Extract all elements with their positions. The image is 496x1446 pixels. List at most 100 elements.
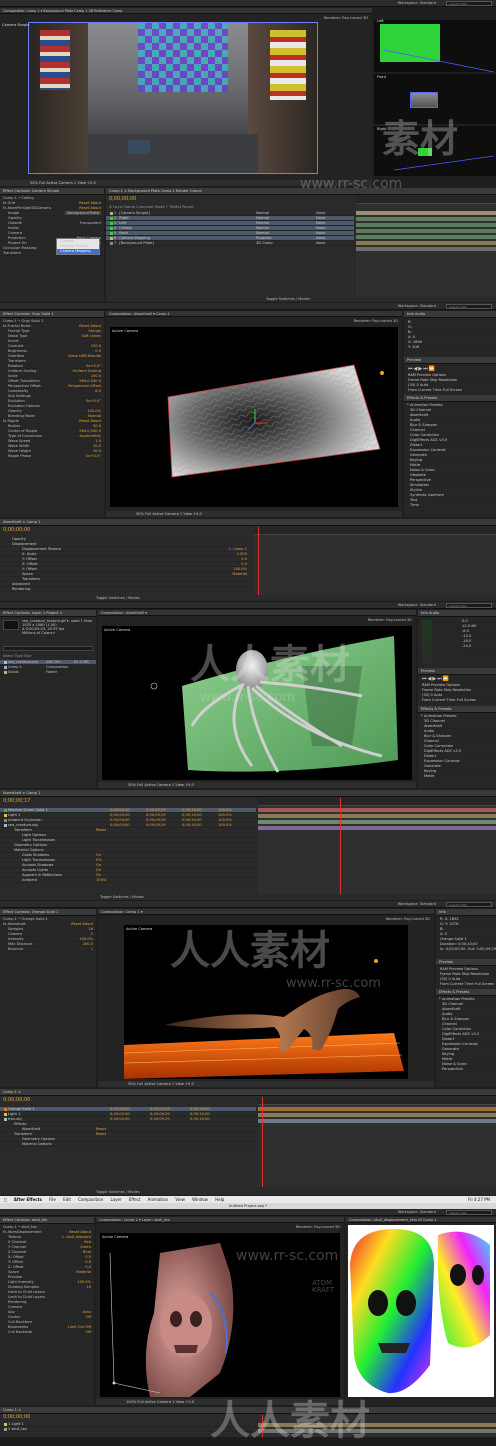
effect-row[interactable]: From Current Time Full Screen (418, 698, 496, 703)
effect-row[interactable]: Y: 308 (404, 345, 496, 350)
playhead[interactable] (262, 1097, 263, 1187)
composition-tabs[interactable]: Composition: Comp 1 ▾ (98, 909, 434, 915)
menu-item-app[interactable]: After Effects (14, 1197, 42, 1202)
graph-track[interactable] (258, 798, 496, 894)
effect-row[interactable]: -24.0 (458, 644, 496, 649)
menu-item-edit[interactable]: Edit (63, 1197, 71, 1202)
effect-row[interactable]: Cull Backside Off (0, 1330, 94, 1335)
composition-viewer[interactable] (28, 22, 318, 174)
project-item[interactable]: Solids Folder (0, 670, 96, 675)
timecode[interactable]: 0;00;00;17 (3, 798, 30, 804)
search-help-input[interactable]: Search Help (446, 902, 492, 907)
layer-bar[interactable] (258, 820, 496, 824)
composition-tabs[interactable]: Composition: Comp 1 ▾ Layer: skull_tex (96, 1217, 344, 1223)
composition-tabs[interactable]: Composition: skull_displacement_skin.tif… (346, 1217, 496, 1223)
renderer-label[interactable]: Renderer: Ray-traced 3D (368, 618, 412, 622)
effects-presets-header[interactable]: Effects & Presets (436, 989, 496, 996)
composition-tabs[interactable]: Composition: AtomKraft ▾ (98, 610, 416, 616)
dropdown-option[interactable]: Camera Mapping (57, 249, 99, 254)
playback-controls[interactable]: ⏮◀▶⏭⏩ (408, 366, 436, 372)
effect-controls-header[interactable]: Effect Controls: skull_tex (0, 1217, 94, 1224)
menu-item-file[interactable]: File (49, 1197, 56, 1202)
timecode[interactable]: 0;00;00;00 (109, 196, 136, 202)
menu-item-window[interactable]: Window (192, 1197, 208, 1202)
menu-item-layer[interactable]: Layer (110, 1197, 121, 1202)
layer-bar[interactable] (356, 229, 496, 233)
composition-tabs[interactable]: Composition: Comp 1 ▾ Background Plate C… (0, 8, 372, 14)
menu-item-help[interactable]: Help (215, 1197, 224, 1202)
menu-item-view[interactable]: View (175, 1197, 185, 1202)
effect-row[interactable]: Perspective (436, 1067, 496, 1072)
effect-value[interactable]: 0x+0.0° (86, 454, 101, 458)
preview-header[interactable]: Preview (436, 959, 496, 966)
search-help-input[interactable]: Search Help (446, 603, 492, 608)
graph-track[interactable] (258, 1097, 496, 1187)
search-help-input[interactable]: Search Help (446, 1, 492, 6)
timeline-footer[interactable]: Toggle Switches / Modes (96, 1190, 140, 1195)
layer-property[interactable]: Material Options (0, 1142, 256, 1147)
composition-tabs[interactable]: Composition: AtomKraft ▾ Comp 1 (106, 311, 402, 317)
texture-viewer[interactable] (348, 1225, 494, 1397)
effect-row[interactable]: Bounces 1 (0, 947, 96, 952)
layer-bar[interactable] (356, 223, 496, 227)
timeline-tabs[interactable]: AtomKraft × Comp 1 (0, 790, 496, 797)
search-help-input[interactable]: Search Help (446, 1210, 492, 1215)
preview-header[interactable]: Preview (404, 357, 496, 364)
effect-value[interactable]: Off (86, 1330, 91, 1334)
workspace-selector[interactable]: Workspace: Standard (398, 602, 436, 609)
renderer-label[interactable]: Renderer: Ray-traced 3D (386, 917, 430, 921)
playhead[interactable] (340, 798, 341, 894)
effect-controls-header[interactable]: Effect Controls: Gray Solid 1 (0, 311, 104, 318)
preview-header[interactable]: Preview (418, 668, 496, 675)
effect-row[interactable]: Ripple Phase 0x+0.0° (0, 454, 104, 459)
project-search[interactable] (3, 646, 93, 651)
timecode[interactable]: 0;00;00;00 (3, 1097, 30, 1103)
left-view[interactable]: Left (374, 19, 496, 72)
effect-row[interactable]: From Current Time Full Screen (404, 388, 496, 393)
camera-dropdown-menu[interactable]: Current Camera Simple Camera Mapping (56, 238, 100, 255)
project-header[interactable]: Effect Controls: Layer 1 Project × (0, 610, 96, 617)
effect-row[interactable]: Time (404, 503, 496, 508)
graph-track[interactable] (356, 196, 496, 296)
layer-bar[interactable] (356, 211, 496, 215)
graph-track[interactable] (254, 527, 496, 595)
apple-menu-icon[interactable]:  (4, 1197, 6, 1202)
workspace-selector[interactable]: Workspace: Standard (398, 0, 436, 7)
layer-property[interactable]: Ambient 100% (0, 878, 256, 883)
search-help-input[interactable]: Search Help (446, 304, 492, 309)
effect-value[interactable]: 1 (91, 947, 93, 951)
menu-item-effect[interactable]: Effect (129, 1197, 141, 1202)
renderer-label[interactable]: Renderer: Ray-traced 3D (324, 16, 368, 20)
renderer-label[interactable]: Renderer: Ray-traced 3D (354, 319, 398, 323)
layer-mode[interactable]: 3D Comp (256, 241, 273, 245)
timeline-footer[interactable]: Toggle Switches / Modes (266, 297, 310, 302)
layer-bar[interactable] (258, 814, 496, 818)
composition-footer[interactable]: 50% Full Active Camera 1 View +0.0 (98, 1081, 434, 1087)
effects-presets-header[interactable]: Effects & Presets (418, 706, 496, 713)
workspace-selector[interactable]: Workspace: Standard (398, 901, 436, 908)
layer-bar[interactable] (356, 235, 496, 239)
renderer-label[interactable]: Renderer: Ray-traced 3D (296, 1225, 340, 1229)
layer-bar[interactable] (356, 247, 496, 251)
effect-controls-header[interactable]: Effect Controls: Orange Solid 1 (0, 909, 96, 916)
timeline-layer[interactable]: 7 [Background Plate] 3D Comp None (106, 241, 354, 246)
timeline-tabs[interactable]: AtomKraft × Comp 1 (0, 519, 496, 526)
effects-presets-header[interactable]: Effects & Presets (404, 395, 496, 402)
effect-controls-header[interactable]: Effect Controls: Camera Simple (0, 188, 104, 195)
layer-bar[interactable] (258, 808, 496, 812)
menu-item-composition[interactable]: Composition (78, 1197, 103, 1202)
layer-bar[interactable] (356, 217, 496, 221)
timeline-footer[interactable]: Toggle Switches / Modes (96, 596, 140, 601)
composition-footer[interactable]: 50% Full Active Camera 1 View +0.0 (98, 782, 416, 788)
composition-viewer[interactable]: Active Camera (110, 327, 398, 507)
layer-bar[interactable] (258, 1113, 496, 1117)
effect-row[interactable]: Rendering (0, 587, 250, 592)
workspace-selector[interactable]: Workspace: Standard (398, 1209, 436, 1216)
layer-parent[interactable]: None (316, 241, 325, 245)
composition-footer[interactable]: 50% Full Active Camera 1 View +0.0 (106, 511, 402, 517)
timeline-tabs[interactable]: Comp 1 × (0, 1089, 496, 1096)
layer-bar[interactable] (258, 826, 496, 830)
timeline-footer[interactable]: Toggle Switches / Modes (100, 895, 144, 900)
playhead[interactable] (258, 527, 259, 595)
layer-bar[interactable] (258, 1107, 496, 1111)
